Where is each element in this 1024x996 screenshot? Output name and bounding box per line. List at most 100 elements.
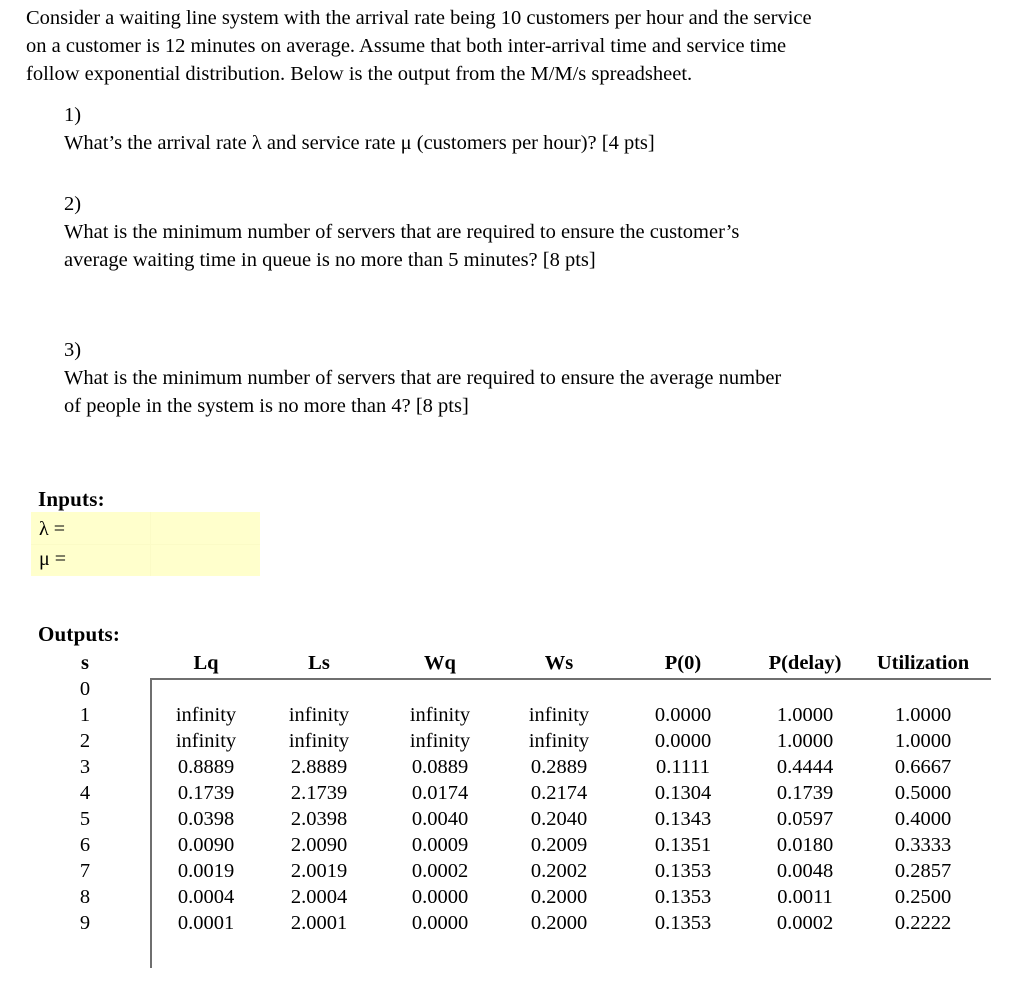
cell-p0: 0.0000	[654, 730, 712, 752]
column-header-wq: Wq	[424, 652, 456, 674]
cell-pdelay: 0.0002	[776, 912, 834, 934]
cell-p0: 0.1111	[655, 756, 711, 778]
cell-lq: 0.0090	[177, 834, 235, 856]
cell-ls: infinity	[288, 704, 350, 726]
cell-s: 2	[79, 730, 91, 752]
table-vertical-rule	[150, 678, 152, 968]
question-item-3: 3) What is the minimum number of servers…	[64, 336, 1004, 420]
cell-pdelay: 0.4444	[776, 756, 834, 778]
cell-wq: 0.0009	[411, 834, 469, 856]
outputs-heading: Outputs:	[38, 622, 121, 646]
question-text-2: What is the minimum number of servers th…	[64, 218, 1004, 274]
question-item-2: 2) What is the minimum number of servers…	[64, 190, 1004, 274]
cell-utilization: 0.2222	[894, 912, 952, 934]
cell-pdelay: 1.0000	[776, 730, 834, 752]
cell-pdelay: 0.0011	[777, 886, 833, 908]
mu-label: μ =	[39, 548, 67, 570]
cell-wq: 0.0002	[411, 860, 469, 882]
inputs-highlight-box: λ = μ =	[31, 512, 260, 576]
cell-pdelay: 0.1739	[776, 782, 834, 804]
cell-lq: 0.0398	[177, 808, 235, 830]
cell-wq: 0.0889	[411, 756, 469, 778]
cell-utilization: 0.5000	[894, 782, 952, 804]
column-header-pdelay: P(delay)	[768, 652, 842, 674]
cell-wq: infinity	[409, 730, 471, 752]
cell-s: 5	[79, 808, 91, 830]
cell-wq: 0.0174	[411, 782, 469, 804]
cell-ws: 0.2000	[530, 886, 588, 908]
table-row: 3 0.8889 2.8889 0.0889 0.2889 0.1111 0.4…	[0, 756, 1024, 782]
question-1-line-1: What’s the arrival rate λ and service ra…	[64, 132, 655, 154]
cell-lq: infinity	[175, 704, 237, 726]
cell-pdelay: 0.0597	[776, 808, 834, 830]
column-header-ls: Ls	[308, 652, 330, 674]
table-row: 6 0.0090 2.0090 0.0009 0.2009 0.1351 0.0…	[0, 834, 1024, 860]
table-row: 9 0.0001 2.0001 0.0000 0.2000 0.1353 0.0…	[0, 912, 1024, 938]
question-text-3: What is the minimum number of servers th…	[64, 364, 1004, 420]
cell-ws: 0.2174	[530, 782, 588, 804]
cell-utilization: 0.4000	[894, 808, 952, 830]
column-header-utilization: Utilization	[876, 652, 970, 674]
intro-line-1: Consider a waiting line system with the …	[26, 7, 812, 29]
cell-ls: 2.8889	[290, 756, 348, 778]
cell-p0: 0.1343	[654, 808, 712, 830]
table-row: 0	[0, 678, 1024, 704]
cell-lq: 0.0019	[177, 860, 235, 882]
cell-utilization: 0.2857	[894, 860, 952, 882]
cell-s: 1	[79, 704, 91, 726]
cell-pdelay: 0.0048	[776, 860, 834, 882]
cell-pdelay: 0.0180	[776, 834, 834, 856]
inputs-heading: Inputs:	[38, 487, 105, 511]
cell-utilization: 1.0000	[894, 730, 952, 752]
cell-lq: 0.1739	[177, 782, 235, 804]
cell-lq: 0.8889	[177, 756, 235, 778]
cell-pdelay: 1.0000	[776, 704, 834, 726]
cell-ls: 2.0019	[290, 860, 348, 882]
cell-wq: infinity	[409, 704, 471, 726]
intro-line-3: follow exponential distribution. Below i…	[26, 63, 693, 85]
cell-lq: 0.0001	[177, 912, 235, 934]
table-row: 8 0.0004 2.0004 0.0000 0.2000 0.1353 0.0…	[0, 886, 1024, 912]
cell-ls: infinity	[288, 730, 350, 752]
cell-s: 0	[79, 678, 91, 700]
question-2-line-2: average waiting time in queue is no more…	[64, 249, 596, 271]
table-row: 2 infinity infinity infinity infinity 0.…	[0, 730, 1024, 756]
cell-ws: infinity	[528, 730, 590, 752]
cell-s: 7	[79, 860, 91, 882]
outputs-table: s Lq Ls Wq Ws P(0) P(delay) Utilization …	[0, 652, 1024, 938]
cell-lq: 0.0004	[177, 886, 235, 908]
question-3-line-2: of people in the system is no more than …	[64, 395, 469, 417]
question-3-line-1: What is the minimum number of servers th…	[64, 367, 782, 389]
intro-paragraph: Consider a waiting line system with the …	[26, 4, 996, 88]
cell-wq: 0.0040	[411, 808, 469, 830]
table-header-row: s Lq Ls Wq Ws P(0) P(delay) Utilization	[0, 652, 1024, 678]
cell-p0: 0.1353	[654, 860, 712, 882]
cell-ws: infinity	[528, 704, 590, 726]
cell-p0: 0.1304	[654, 782, 712, 804]
question-text-1: What’s the arrival rate λ and service ra…	[64, 129, 1004, 157]
cell-wq: 0.0000	[411, 912, 469, 934]
question-number-3: 3)	[64, 339, 82, 361]
inputs-cell-divider	[150, 512, 151, 576]
lambda-label: λ =	[39, 518, 65, 540]
cell-s: 9	[79, 912, 91, 934]
cell-ls: 2.0090	[290, 834, 348, 856]
cell-utilization: 0.2500	[894, 886, 952, 908]
cell-s: 3	[79, 756, 91, 778]
cell-utilization: 0.6667	[894, 756, 952, 778]
cell-ws: 0.2040	[530, 808, 588, 830]
table-row: 5 0.0398 2.0398 0.0040 0.2040 0.1343 0.0…	[0, 808, 1024, 834]
cell-wq: 0.0000	[411, 886, 469, 908]
table-row: 4 0.1739 2.1739 0.0174 0.2174 0.1304 0.1…	[0, 782, 1024, 808]
question-number-1: 1)	[64, 104, 82, 126]
table-header-rule	[150, 678, 991, 680]
cell-p0: 0.1353	[654, 912, 712, 934]
question-number-2: 2)	[64, 193, 82, 215]
question-item-1: 1) What’s the arrival rate λ and service…	[64, 101, 1004, 157]
cell-s: 8	[79, 886, 91, 908]
cell-ls: 2.1739	[290, 782, 348, 804]
cell-utilization: 1.0000	[894, 704, 952, 726]
cell-ls: 2.0004	[290, 886, 348, 908]
cell-ws: 0.2009	[530, 834, 588, 856]
cell-ws: 0.2000	[530, 912, 588, 934]
